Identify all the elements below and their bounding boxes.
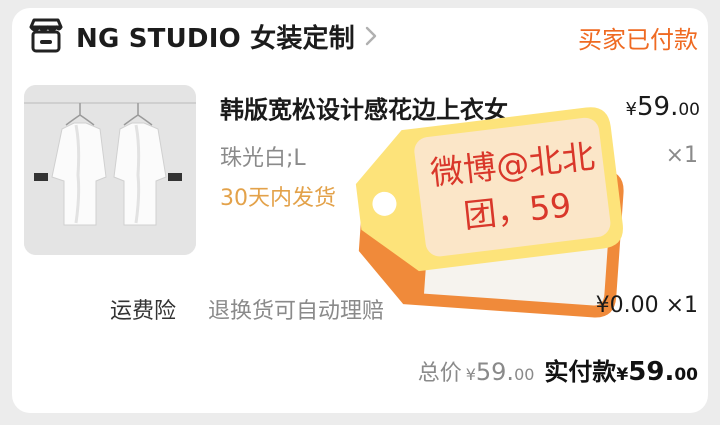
shipping-insurance-price: ¥0.00 ×1 <box>595 293 698 318</box>
shipping-insurance-description: 退换货可自动理赔 <box>208 299 385 324</box>
paid-label: 实付款 <box>544 358 617 386</box>
store-header[interactable]: NG STUDIO 女装定制 <box>26 16 379 56</box>
chevron-right-icon <box>365 26 377 46</box>
shipping-insurance-label: 运费险 <box>110 299 177 324</box>
product-spec: 珠光白;L <box>220 146 306 171</box>
delivery-promise: 30天内发货 <box>220 186 336 211</box>
order-summary: 总价 ¥59.00 实付款 ¥59.00 <box>418 352 698 387</box>
total-label: 总价 <box>417 361 462 386</box>
product-thumbnail[interactable] <box>24 85 196 255</box>
store-icon <box>29 18 63 53</box>
total-price: ¥59.00 <box>465 358 535 386</box>
order-status: 买家已付款 <box>578 26 698 54</box>
product-quantity: ×1 <box>665 143 698 168</box>
store-name[interactable]: NG STUDIO 女装定制 <box>76 18 355 55</box>
paid-amount: ¥59.00 <box>616 357 698 387</box>
